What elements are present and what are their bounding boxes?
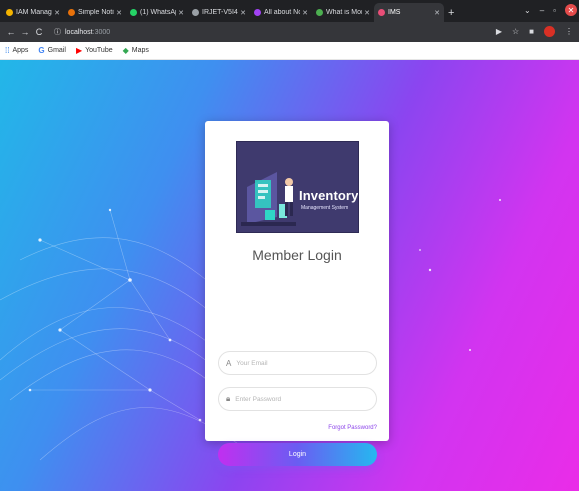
bookmark-star-icon[interactable]: ☆ <box>512 27 519 36</box>
browser-toolbar: ← → C ⓘ localhost:3000 ▶ ☆ ■ ⋮ <box>0 22 579 42</box>
apps-grid-icon: ⁞⁞ <box>5 46 10 55</box>
email-input[interactable] <box>236 359 357 367</box>
tab-close-icon[interactable]: ✕ <box>240 9 246 17</box>
bookmark-label: YouTube <box>85 47 113 54</box>
bookmark-label: Apps <box>12 47 29 54</box>
info-icon[interactable]: ⓘ <box>54 27 61 37</box>
extension-icon[interactable]: ■ <box>529 27 534 36</box>
browser-tab-bar: IAM Manageme✕ Simple Notificat✕ (1) What… <box>0 0 579 22</box>
back-icon[interactable]: ← <box>4 27 18 37</box>
tab-label: All about Node. <box>264 9 300 16</box>
profile-avatar[interactable] <box>544 26 555 37</box>
tab-close-icon[interactable]: ✕ <box>302 9 308 17</box>
tab-label: Simple Notificat <box>78 9 114 16</box>
user-icon: A <box>226 358 232 368</box>
bookmarks-bar: ⁞⁞ Apps G Gmail ▶ YouTube ◆ Maps <box>0 42 579 60</box>
page-title: Member Login <box>252 247 342 263</box>
toolbar-actions: ▶ ☆ ■ ⋮ <box>496 26 573 37</box>
url-host: localhost <box>65 28 93 36</box>
tab-close-icon[interactable]: ✕ <box>54 9 60 17</box>
tab-close-icon[interactable]: ✕ <box>364 9 370 17</box>
tab-search-icon[interactable]: ⌄ <box>524 6 531 15</box>
browser-tab[interactable]: (1) WhatsApp✕ <box>126 3 188 22</box>
maximize-icon[interactable]: ▫ <box>553 6 556 15</box>
tab-favicon-icon <box>68 9 75 16</box>
login-button[interactable]: Login <box>218 443 377 466</box>
password-input[interactable] <box>235 395 356 403</box>
banner-subtitle: Management System <box>301 205 349 211</box>
window-close-icon[interactable]: ✕ <box>565 4 577 16</box>
bookmark-apps[interactable]: ⁞⁞ Apps <box>5 46 28 55</box>
menu-kebab-icon[interactable]: ⋮ <box>565 27 573 36</box>
page-background: Inventory Management System Member Login… <box>0 60 579 491</box>
minimize-icon[interactable]: – <box>540 6 544 15</box>
tab-favicon-icon <box>130 9 137 16</box>
browser-tab[interactable]: All about Node.✕ <box>250 3 312 22</box>
bookmark-label: Maps <box>131 47 149 54</box>
new-tab-button[interactable]: + <box>448 3 454 22</box>
browser-tab[interactable]: What is Mongo✕ <box>312 3 374 22</box>
cast-icon[interactable]: ▶ <box>496 27 502 36</box>
tab-label: What is Mongo <box>326 9 362 16</box>
maps-icon: ◆ <box>122 46 129 55</box>
youtube-icon: ▶ <box>75 46 83 55</box>
tab-favicon-icon <box>254 9 261 16</box>
tab-label: IRJET-V5I448.p <box>202 9 238 16</box>
reload-icon[interactable]: C <box>32 27 46 37</box>
bookmark-gmail[interactable]: G Gmail <box>38 46 66 55</box>
address-bar[interactable]: ⓘ localhost:3000 <box>54 27 110 37</box>
tab-favicon-icon <box>378 9 385 16</box>
bookmark-label: Gmail <box>47 47 66 54</box>
tab-favicon-icon <box>192 9 199 16</box>
window-controls: ⌄ – ▫ ✕ <box>524 4 577 16</box>
forward-icon[interactable]: → <box>18 27 32 37</box>
tab-close-icon[interactable]: ✕ <box>178 9 184 17</box>
tab-favicon-icon <box>6 9 13 16</box>
inventory-banner: Inventory Management System <box>236 141 359 233</box>
lock-icon: 🔒︎ <box>226 394 231 403</box>
browser-tab-active[interactable]: IMS ✕ <box>374 3 444 22</box>
url-port: :3000 <box>92 28 111 36</box>
tab-close-icon[interactable]: ✕ <box>434 9 440 17</box>
browser-tab[interactable]: IRJET-V5I448.p✕ <box>188 3 250 22</box>
tab-label: (1) WhatsApp <box>140 9 176 16</box>
browser-tab[interactable]: Simple Notificat✕ <box>64 3 126 22</box>
password-field[interactable]: 🔒︎ <box>218 387 377 411</box>
tab-close-icon[interactable]: ✕ <box>116 9 122 17</box>
tab-favicon-icon <box>316 9 323 16</box>
tab-label: IAM Manageme <box>16 9 52 16</box>
banner-title: Inventory <box>299 188 359 203</box>
forgot-password-link[interactable]: Forgot Password? <box>328 425 377 431</box>
login-card: Inventory Management System Member Login… <box>205 121 389 466</box>
email-field[interactable]: A <box>218 351 377 375</box>
bookmark-maps[interactable]: ◆ Maps <box>123 46 149 55</box>
browser-tab[interactable]: IAM Manageme✕ <box>2 3 64 22</box>
bookmark-youtube[interactable]: ▶ YouTube <box>76 46 113 55</box>
tab-label: IMS <box>388 9 401 16</box>
gmail-icon: G <box>38 46 45 55</box>
